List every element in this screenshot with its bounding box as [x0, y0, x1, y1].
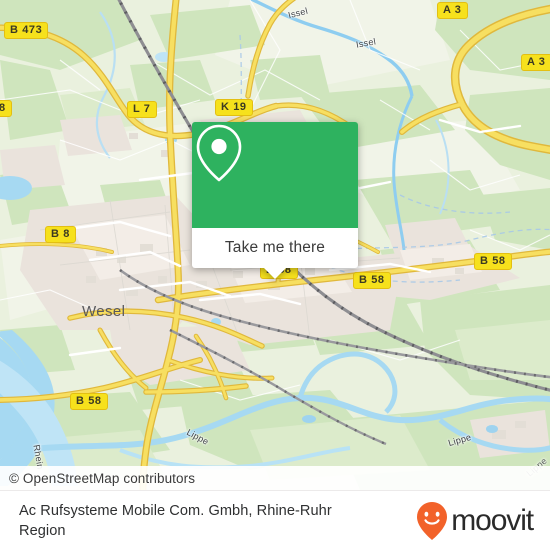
popup-tail [264, 268, 286, 279]
moovit-wordmark: moovit [451, 503, 534, 537]
osm-attribution-bar: © OpenStreetMap contributors [0, 466, 550, 490]
footer-bar: Ac Rufsysteme Mobile Com. Gmbh, Rhine-Ru… [0, 490, 550, 550]
take-me-there-label: Take me there [224, 239, 326, 256]
place-title: Ac Rufsysteme Mobile Com. Gmbh, Rhine-Ru… [19, 502, 332, 539]
moovit-pin-smiley-icon [417, 501, 448, 540]
road-shield: B 8 [45, 226, 76, 243]
place-popup-card[interactable]: Take me there [192, 122, 358, 279]
osm-attribution-text: © OpenStreetMap contributors [9, 470, 196, 486]
road-shield: L 7 [127, 101, 157, 118]
popup-image-area [192, 122, 358, 228]
road-shield: 8 [0, 100, 12, 117]
road-shield: K 19 [215, 99, 253, 116]
moovit-logo[interactable]: moovit [415, 501, 534, 541]
road-shield: B 58 [353, 272, 391, 289]
moovit-place-card: Wesel Issel Issel Lippe Lippe Lippe Rhei… [0, 0, 550, 550]
road-shield: B 58 [70, 393, 108, 410]
road-shield: A 3 [521, 54, 550, 71]
road-shield: B 58 [474, 253, 512, 270]
popup-action-row[interactable]: Take me there [192, 228, 358, 268]
road-shield: B 473 [4, 22, 49, 39]
map-pin-icon [196, 124, 242, 182]
map-canvas[interactable]: Wesel Issel Issel Lippe Lippe Lippe Rhei… [0, 0, 550, 490]
road-shield: A 3 [437, 2, 468, 19]
